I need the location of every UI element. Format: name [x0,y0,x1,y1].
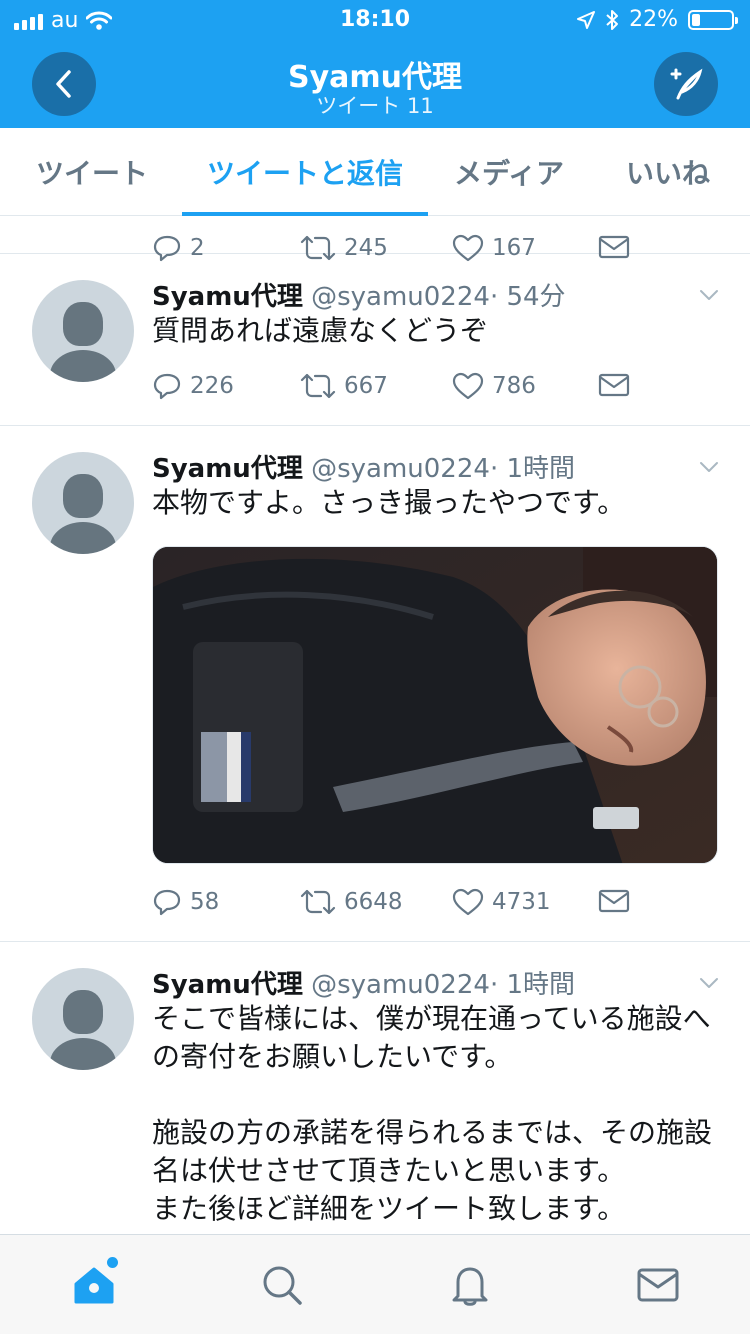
home-icon [74,1267,114,1304]
timestamp: · 1時間 [489,454,576,484]
home-tab[interactable] [66,1257,122,1313]
retweet-button[interactable]: 667 [300,372,388,400]
retweet-count: 6648 [344,889,403,915]
reply-button[interactable]: 58 [152,888,219,916]
heart-icon [452,372,484,400]
user-handle: @syamu0224 [311,970,490,1000]
tweet-count: ツイート 11 [316,94,434,118]
compose-tweet-button[interactable] [654,52,718,116]
user-handle: @syamu0224 [311,454,490,484]
tab-tweets-and-replies[interactable]: ツイートと返信 [182,128,428,216]
tweet-header: Syamu代理 @syamu0224· 1時間 [152,964,575,1001]
dm-share-button[interactable] [598,372,630,398]
reply-button[interactable]: 226 [152,372,234,400]
status-right: 22% [577,7,738,32]
like-button[interactable]: 786 [452,372,536,400]
tweet[interactable]: Syamu代理 @syamu0224· 1時間 そこで皆様には、僕が現在通ってい… [0,942,750,1234]
tab-media[interactable]: メディア [444,128,574,216]
like-count: 4731 [492,889,551,915]
display-name[interactable]: Syamu代理 [152,970,303,1000]
bluetooth-icon [606,9,619,30]
user-handle: @syamu0224 [311,282,490,312]
retweet-count: 667 [344,373,388,399]
compose-feather-icon [670,68,703,100]
tweet-photo[interactable] [152,546,718,864]
like-button[interactable]: 4731 [452,888,551,916]
battery-fill [692,13,700,26]
mail-icon [637,1268,679,1302]
chevron-down-icon[interactable] [698,456,720,478]
reply-icon [153,373,181,400]
partial-tweet[interactable]: 2 245 167 [0,216,750,262]
messages-tab[interactable] [630,1257,686,1313]
avatar[interactable] [32,280,134,382]
search-icon [263,1266,302,1305]
retweet-icon [300,373,336,399]
display-name[interactable]: Syamu代理 [152,454,303,484]
tweet[interactable]: Syamu代理 @syamu0224· 54分 質問あれば遠慮なくどうぞ 226… [0,254,750,426]
dm-share-button[interactable] [598,888,630,914]
tweet-text: 質問あれば遠慮なくどうぞ [152,314,489,347]
tab-likes[interactable]: いいね [612,128,724,216]
avatar[interactable] [32,452,134,554]
reply-count: 58 [190,889,220,915]
location-icon [577,10,596,29]
timeline[interactable]: 2 245 167 Syamu代理 @syamu0224· 54分 質問あれば遠… [0,216,750,1234]
retweet-button[interactable]: 6648 [300,888,403,916]
tweet-header: Syamu代理 @syamu0224· 1時間 [152,448,575,485]
profile-tabs: ツイート ツイートと返信 メディア いいね [0,128,750,216]
notification-dot [107,1257,118,1268]
tweet-header: Syamu代理 @syamu0224· 54分 [152,276,566,313]
tweet[interactable]: Syamu代理 @syamu0224· 1時間 本物ですよ。さっき撮ったやつです… [0,426,750,942]
timestamp: · 1時間 [489,970,576,1000]
bottom-tab-bar [0,1234,750,1334]
tweet-actions: 226 667 786 [152,372,712,408]
bell-icon [452,1267,488,1306]
search-tab[interactable] [254,1257,310,1313]
reply-count: 226 [190,373,234,399]
heart-icon [452,888,484,916]
chevron-down-icon[interactable] [698,284,720,306]
like-count: 786 [492,373,536,399]
notifications-tab[interactable] [442,1257,498,1313]
chevron-down-icon[interactable] [698,972,720,994]
avatar[interactable] [32,968,134,1070]
tweet-text: そこで皆様には、僕が現在通っている施設への寄付をお願いしたいです。 施設の方の承… [152,1002,713,1225]
display-name[interactable]: Syamu代理 [152,282,303,312]
tweet-actions: 58 6648 4731 [152,888,712,924]
battery-icon [688,9,738,30]
retweet-icon [300,889,336,915]
photo-image [153,547,717,863]
top-bar: au 18:10 22% Syamu代理 ツイート 11 [0,0,750,128]
tweet-text: 本物ですよ。さっき撮ったやつです。 [152,486,626,519]
tab-tweets[interactable]: ツイート [18,128,166,216]
mail-icon [598,373,630,397]
timestamp: · 54分 [489,282,566,312]
reply-icon [153,889,181,916]
battery-percent: 22% [629,7,678,32]
status-bar: au 18:10 22% [0,0,750,40]
mail-icon [598,889,630,913]
